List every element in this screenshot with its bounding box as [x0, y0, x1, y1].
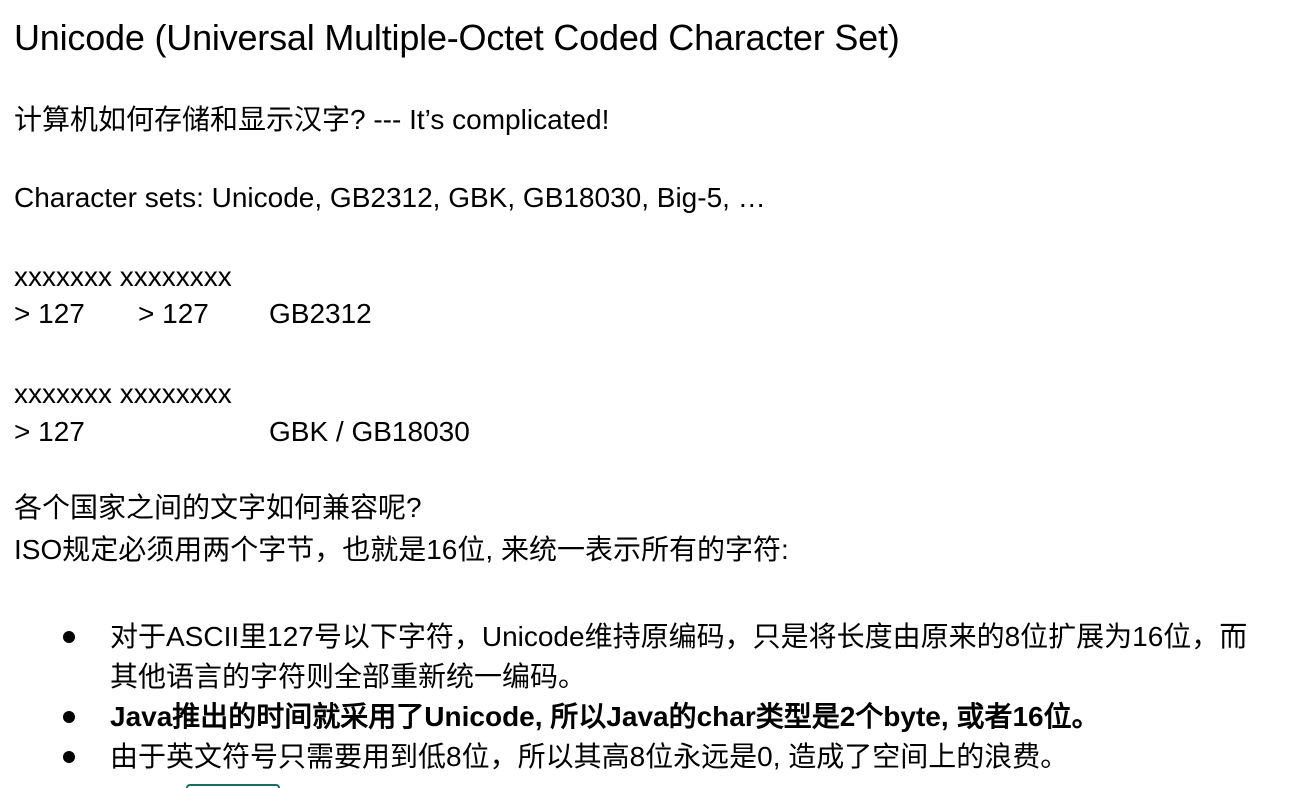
- page-title: Unicode (Universal Multiple-Octet Coded …: [14, 17, 900, 58]
- gbk-name: GBK / GB18030: [269, 416, 470, 447]
- list-item: 对于ASCII里127号以下字符，Unicode维持原编码，只是将长度由原来的8…: [0, 617, 1298, 697]
- bullet-dot-icon: [63, 631, 75, 643]
- list-item: Java推出的时间就采用了Unicode, 所以Java的char类型是2个by…: [0, 697, 1298, 737]
- bottom-tab-edge: [186, 784, 280, 788]
- gb2312-name: GB2312: [269, 298, 372, 329]
- list-item-text: Java推出的时间就采用了Unicode, 所以Java的char类型是2个by…: [110, 701, 1100, 732]
- compat-question-line: 各个国家之间的文字如何兼容呢?: [14, 492, 422, 523]
- iso-rule-line: ISO规定必须用两个字节，也就是16位, 来统一表示所有的字符:: [14, 534, 789, 565]
- gb2312-second-byte-range: > 127: [138, 298, 209, 329]
- gbk-first-byte-range: > 127: [14, 416, 85, 447]
- bullet-dot-icon: [63, 751, 75, 763]
- document-page: Unicode (Universal Multiple-Octet Coded …: [0, 0, 1298, 788]
- bullet-dot-icon: [63, 711, 75, 723]
- gb2312-first-byte-range: > 127: [14, 298, 85, 329]
- gb2312-bytes-line: xxxxxxx xxxxxxxx: [14, 261, 232, 292]
- bullet-list: 对于ASCII里127号以下字符，Unicode维持原编码，只是将长度由原来的8…: [0, 617, 1298, 777]
- list-item-text: 对于ASCII里127号以下字符，Unicode维持原编码，只是将长度由原来的8…: [110, 621, 1248, 692]
- list-item: 由于英文符号只需要用到低8位，所以其高8位永远是0, 造成了空间上的浪费。: [0, 737, 1298, 777]
- list-item-text: 由于英文符号只需要用到低8位，所以其高8位永远是0, 造成了空间上的浪费。: [110, 741, 1069, 772]
- charsets-line: Character sets: Unicode, GB2312, GBK, GB…: [14, 182, 766, 213]
- gbk-bytes-line: xxxxxxx xxxxxxxx: [14, 378, 232, 409]
- question-line: 计算机如何存储和显示汉字? --- It’s complicated!: [14, 104, 610, 135]
